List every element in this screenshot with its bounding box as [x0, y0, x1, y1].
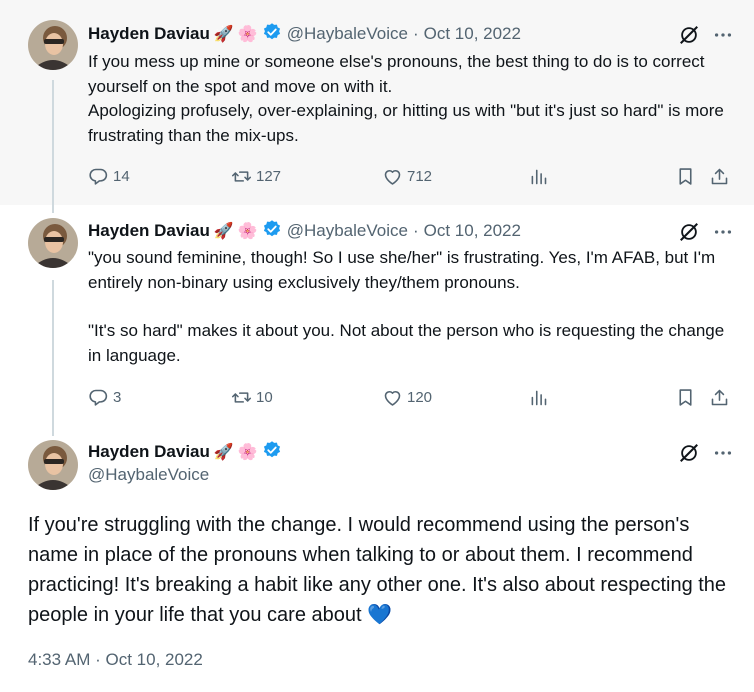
tweet-date[interactable]: Oct 10, 2022	[424, 24, 521, 44]
repost-icon	[231, 171, 252, 182]
reply-button[interactable]: 14	[88, 166, 130, 187]
more-icon[interactable]	[712, 442, 734, 464]
tweet-text-line: "It's so hard" makes it about you. Not a…	[88, 321, 725, 365]
grok-icon[interactable]	[678, 442, 700, 464]
share-button[interactable]	[709, 387, 730, 408]
action-bar: 14 127 712	[88, 166, 748, 190]
rocket-emoji: 🚀	[213, 26, 234, 43]
bookmark-button[interactable]	[675, 387, 696, 408]
views-button[interactable]	[528, 387, 549, 408]
tweet-text-line: "you sound feminine, though! So I use sh…	[88, 248, 716, 292]
tweet-header: Hayden Daviau 🚀 🌸 @HaybaleVoice · Oct 10…	[88, 22, 521, 46]
flower-emoji: 🌸	[237, 444, 258, 461]
heart-icon	[384, 391, 401, 406]
user-handle[interactable]: @HaybaleVoice	[287, 24, 408, 44]
more-icon[interactable]	[712, 24, 734, 46]
tweet-1[interactable]: Hayden Daviau 🚀 🌸 @HaybaleVoice · Oct 10…	[0, 0, 754, 205]
verified-badge-icon[interactable]	[262, 440, 282, 465]
views-button[interactable]	[528, 166, 549, 187]
separator-dot: ·	[412, 221, 419, 240]
repost-count: 127	[256, 168, 282, 185]
flower-emoji: 🌸	[237, 223, 258, 240]
reply-icon	[89, 389, 108, 406]
tweet-date[interactable]: Oct 10, 2022	[424, 221, 521, 241]
avatar[interactable]	[28, 218, 78, 268]
share-icon	[711, 168, 728, 185]
more-icon[interactable]	[712, 221, 734, 243]
tweet-header: Hayden Daviau 🚀 🌸 @HaybaleVoice · Oct 10…	[88, 219, 521, 243]
thread-line	[52, 280, 54, 428]
tweet-text: If you mess up mine or someone else's pr…	[88, 50, 738, 148]
avatar[interactable]	[28, 20, 78, 70]
repost-button[interactable]: 10	[231, 387, 273, 408]
display-name[interactable]: Hayden Daviau	[88, 442, 210, 462]
analytics-icon	[531, 169, 547, 185]
tweet-3-focused: Hayden Daviau 🚀 🌸 @HaybaleVoice If you'r…	[0, 428, 754, 692]
separator-dot: ·	[95, 650, 106, 669]
tweet-text-line: Apologizing profusely, over-explaining, …	[88, 101, 724, 145]
share-icon	[711, 389, 728, 406]
bookmark-icon	[679, 168, 692, 185]
reply-button[interactable]: 3	[88, 387, 121, 408]
reply-icon	[89, 168, 108, 185]
reply-count: 3	[113, 389, 122, 406]
thread-line	[52, 205, 54, 213]
reply-count: 14	[113, 168, 130, 185]
flower-emoji: 🌸	[237, 26, 258, 43]
action-bar: 3 10 120	[88, 387, 748, 411]
bookmark-button[interactable]	[675, 166, 696, 187]
thread-line	[52, 80, 54, 205]
tweet-date: Oct 10, 2022	[105, 650, 203, 669]
tweet-timestamp[interactable]: 4:33 AM · Oct 10, 2022	[28, 650, 203, 670]
like-count: 120	[407, 389, 433, 406]
avatar[interactable]	[28, 440, 78, 490]
tweet-text: "you sound feminine, though! So I use sh…	[88, 246, 738, 368]
repost-count: 10	[256, 389, 273, 406]
grok-icon[interactable]	[678, 221, 700, 243]
heart-icon	[384, 170, 401, 185]
tweet-header: Hayden Daviau 🚀 🌸	[88, 440, 282, 464]
like-button[interactable]: 120	[382, 387, 432, 408]
tweet-text-line: If you mess up mine or someone else's pr…	[88, 52, 705, 96]
repost-icon	[231, 392, 252, 403]
user-handle[interactable]: @HaybaleVoice	[88, 465, 209, 485]
tweet-2[interactable]: Hayden Daviau 🚀 🌸 @HaybaleVoice · Oct 10…	[0, 205, 754, 428]
analytics-icon	[531, 390, 547, 406]
rocket-emoji: 🚀	[213, 223, 234, 240]
share-button[interactable]	[709, 166, 730, 187]
like-count: 712	[407, 168, 433, 185]
verified-badge-icon[interactable]	[262, 219, 282, 244]
display-name[interactable]: Hayden Daviau	[88, 221, 210, 241]
verified-badge-icon[interactable]	[262, 22, 282, 47]
user-handle[interactable]: @HaybaleVoice	[287, 221, 408, 241]
separator-dot: ·	[412, 24, 419, 43]
thread-line	[52, 428, 54, 436]
tweet-text: If you're struggling with the change. I …	[28, 514, 727, 626]
grok-icon[interactable]	[678, 24, 700, 46]
tweet-time: 4:33 AM	[28, 650, 91, 669]
display-name[interactable]: Hayden Daviau	[88, 24, 210, 44]
bookmark-icon	[679, 389, 692, 406]
like-button[interactable]: 712	[382, 166, 432, 187]
rocket-emoji: 🚀	[213, 444, 234, 461]
repost-button[interactable]: 127	[231, 166, 281, 187]
